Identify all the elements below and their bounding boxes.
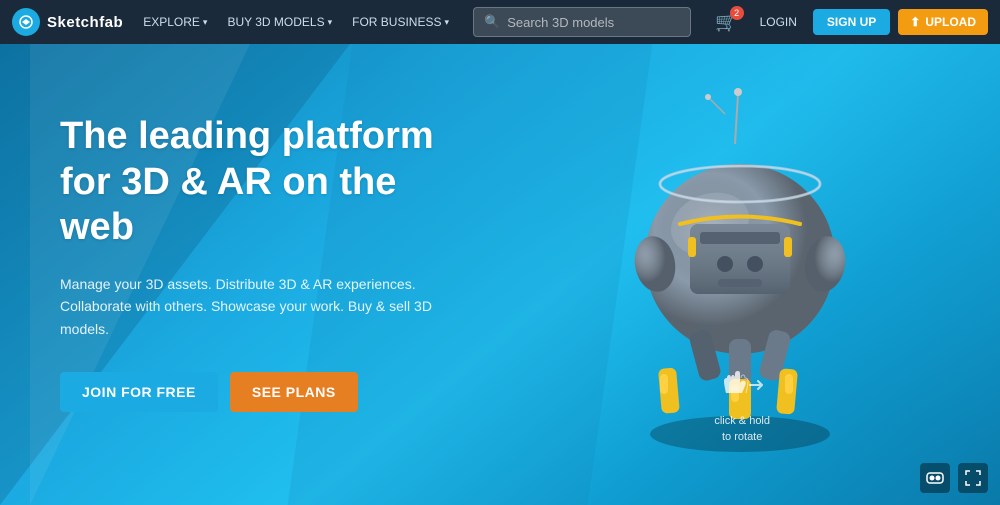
business-arrow-icon: ▾ — [444, 17, 449, 28]
rotate-hint: click & hold to rotate — [714, 365, 770, 445]
logo-area[interactable]: Sketchfab — [12, 8, 123, 36]
buy-models-nav[interactable]: BUY 3D MODELS ▾ — [221, 11, 338, 33]
login-button[interactable]: LOGIN — [752, 11, 805, 33]
bottom-icons — [920, 463, 988, 493]
vr-button[interactable] — [920, 463, 950, 493]
search-bar[interactable]: 🔍 — [473, 7, 691, 37]
navbar: Sketchfab EXPLORE ▾ BUY 3D MODELS ▾ FOR … — [0, 0, 1000, 44]
fullscreen-button[interactable] — [958, 463, 988, 493]
plans-button[interactable]: SEE PLANS — [230, 372, 358, 412]
search-input[interactable] — [507, 15, 680, 30]
hand-icon — [718, 365, 766, 409]
join-button[interactable]: JOIN FOR FREE — [60, 372, 218, 412]
cart-badge: 2 — [730, 6, 744, 20]
upload-icon: ⬆ — [910, 15, 920, 29]
logo-text: Sketchfab — [47, 14, 123, 31]
buy-arrow-icon: ▾ — [328, 17, 333, 28]
rotate-hint-text: click & hold to rotate — [714, 414, 770, 445]
hero-title: The leading platform for 3D & AR on the … — [60, 114, 480, 251]
explore-arrow-icon: ▾ — [203, 17, 208, 28]
hero-subtitle: Manage your 3D assets. Distribute 3D & A… — [60, 273, 450, 340]
upload-button[interactable]: ⬆ UPLOAD — [898, 9, 988, 35]
hero-content: The leading platform for 3D & AR on the … — [0, 44, 480, 412]
for-business-nav[interactable]: FOR BUSINESS ▾ — [346, 11, 455, 33]
signup-button[interactable]: SIGN UP — [813, 9, 890, 35]
search-icon: 🔍 — [484, 14, 500, 30]
explore-nav[interactable]: EXPLORE ▾ — [137, 11, 213, 33]
sketchfab-logo-icon — [12, 8, 40, 36]
cart-icon[interactable]: 🛒 2 — [709, 8, 743, 37]
hero-section: The leading platform for 3D & AR on the … — [0, 44, 1000, 505]
hero-buttons: JOIN FOR FREE SEE PLANS — [60, 372, 480, 412]
